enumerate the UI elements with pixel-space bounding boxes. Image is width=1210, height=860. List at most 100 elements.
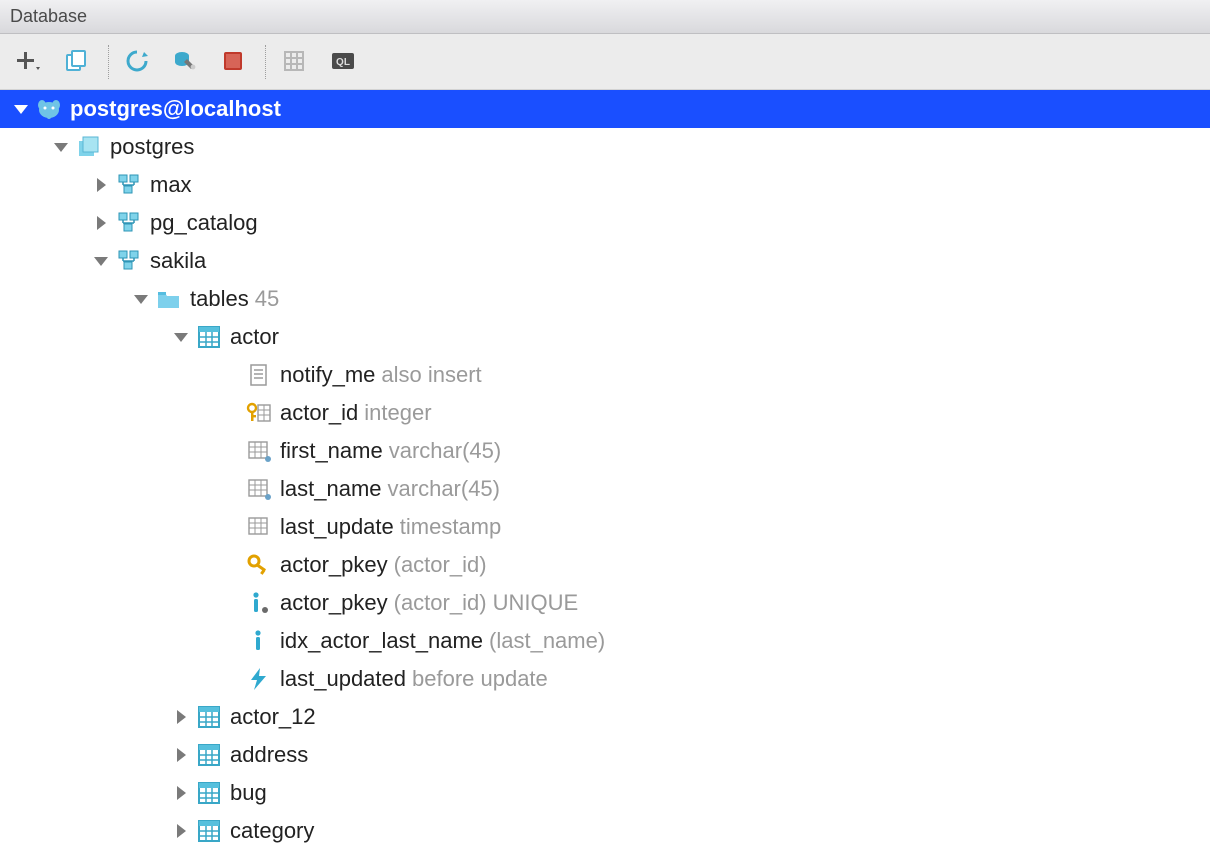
duplicate-icon [64,49,90,75]
schema-label: max [150,172,192,198]
child-type: also insert [381,362,481,388]
table-label: category [230,818,314,844]
tables-count: 45 [255,286,279,312]
expand-arrow-icon[interactable] [88,172,114,198]
child-name: actor_id [280,400,358,426]
plus-icon [14,49,44,75]
tree-schema-pgcatalog[interactable]: pg_catalog [0,204,1210,242]
expand-arrow-icon[interactable] [168,742,194,768]
schema-icon [114,172,144,198]
column-icon [244,514,274,540]
database-stack-icon [74,134,104,160]
child-type: integer [364,400,431,426]
tree-table-child[interactable]: actor_pkey(actor_id) UNIQUE [0,584,1210,622]
child-type: before update [412,666,548,692]
child-type: (actor_id) UNIQUE [394,590,579,616]
column-icon [244,476,274,502]
trigger-icon [244,666,274,692]
database-tree[interactable]: postgres@localhost postgres max pg_catal… [0,90,1210,850]
index-icon [244,628,274,654]
index-icon [244,590,274,616]
key-icon [244,552,274,578]
column-icon [244,438,274,464]
expand-arrow-icon[interactable] [88,210,114,236]
tree-table-child[interactable]: last_namevarchar(45) [0,470,1210,508]
schema-icon [114,248,144,274]
folder-icon [154,286,184,312]
tree-table-child[interactable]: actor_pkey(actor_id) [0,546,1210,584]
stop-icon [221,49,247,75]
toolbar [0,34,1210,90]
wrench-icon [173,49,199,75]
tree-table-child[interactable]: idx_actor_last_name(last_name) [0,622,1210,660]
expand-arrow-icon[interactable] [88,248,114,274]
toolbar-separator [108,45,109,79]
toolbar-refresh-button[interactable] [115,41,161,83]
tree-table-collapsed[interactable]: actor_12 [0,698,1210,736]
table-icon [194,704,224,730]
tree-table-collapsed[interactable]: address [0,736,1210,774]
child-name: notify_me [280,362,375,388]
connection-label: postgres@localhost [70,96,281,122]
refresh-icon [125,49,151,75]
toolbar-table-view-button[interactable] [272,41,318,83]
table-label: actor_12 [230,704,316,730]
child-type: (last_name) [489,628,605,654]
child-type: timestamp [400,514,501,540]
expand-arrow-icon[interactable] [168,818,194,844]
table-icon [194,742,224,768]
tree-tables-folder[interactable]: tables 45 [0,280,1210,318]
expand-arrow-icon[interactable] [48,134,74,160]
tables-folder-label: tables [190,286,249,312]
child-name: idx_actor_last_name [280,628,483,654]
expand-arrow-icon[interactable] [168,704,194,730]
table-label: actor [230,324,279,350]
table-grid-icon [282,49,308,75]
toolbar-manage-button[interactable] [163,41,209,83]
expand-arrow-icon[interactable] [128,286,154,312]
child-name: actor_pkey [280,590,388,616]
table-icon [194,780,224,806]
tree-database[interactable]: postgres [0,128,1210,166]
tree-table-collapsed[interactable]: category [0,812,1210,850]
child-type: (actor_id) [394,552,487,578]
child-type: varchar(45) [389,438,501,464]
schema-icon [114,210,144,236]
tree-table-child[interactable]: first_namevarchar(45) [0,432,1210,470]
schema-label: pg_catalog [150,210,258,236]
tree-table-actor[interactable]: actor [0,318,1210,356]
tree-schema-max[interactable]: max [0,166,1210,204]
tree-table-child[interactable]: last_updatetimestamp [0,508,1210,546]
panel-title-bar: Database [0,0,1210,34]
table-icon [194,818,224,844]
primary-key-column-icon [244,400,274,426]
postgres-elephant-icon [34,96,64,122]
routine-icon [244,362,274,388]
toolbar-separator [265,45,266,79]
child-type: varchar(45) [388,476,500,502]
toolbar-console-button[interactable] [320,41,366,83]
expand-arrow-icon[interactable] [168,780,194,806]
table-icon [194,324,224,350]
toolbar-add-button[interactable] [6,41,52,83]
toolbar-duplicate-button[interactable] [54,41,100,83]
child-name: last_updated [280,666,406,692]
tree-table-child[interactable]: notify_mealso insert [0,356,1210,394]
table-label: bug [230,780,267,806]
child-name: actor_pkey [280,552,388,578]
table-label: address [230,742,308,768]
tree-table-collapsed[interactable]: bug [0,774,1210,812]
child-name: first_name [280,438,383,464]
ql-console-icon [330,49,356,75]
expand-arrow-icon[interactable] [8,96,34,122]
tree-schema-sakila[interactable]: sakila [0,242,1210,280]
panel-title: Database [10,6,87,27]
schema-label: sakila [150,248,206,274]
child-name: last_name [280,476,382,502]
database-label: postgres [110,134,194,160]
tree-table-child[interactable]: actor_idinteger [0,394,1210,432]
toolbar-stop-button[interactable] [211,41,257,83]
tree-connection[interactable]: postgres@localhost [0,90,1210,128]
tree-table-child[interactable]: last_updatedbefore update [0,660,1210,698]
expand-arrow-icon[interactable] [168,324,194,350]
